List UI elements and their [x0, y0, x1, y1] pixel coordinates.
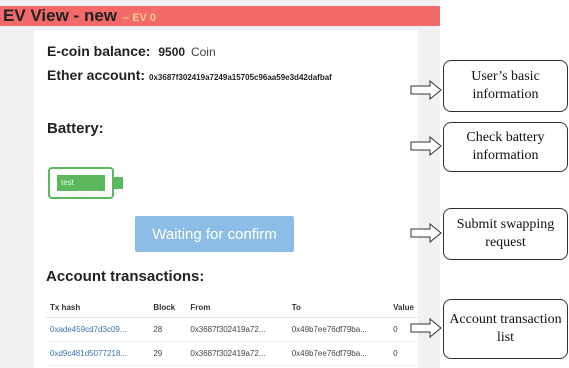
- tx-value: 0: [389, 341, 418, 366]
- app-version: – EV 0: [123, 12, 157, 24]
- battery-icon: test: [48, 167, 114, 199]
- annotation-swap-request: Submit swapping request: [443, 208, 568, 260]
- arrow-right-icon: [410, 136, 442, 156]
- table-row: 0xade459cd7d3c09... 28 0x3687f302419a72.…: [46, 317, 418, 342]
- col-value: Value: [389, 298, 418, 318]
- annotation-user-info: User’s basic information: [443, 60, 568, 112]
- waiting-for-confirm-button[interactable]: Waiting for confirm: [135, 216, 294, 252]
- tx-hash-link[interactable]: 0xade459cd7d3c09...: [46, 317, 150, 342]
- tx-block: 28: [149, 317, 187, 342]
- col-block: Block: [149, 298, 187, 318]
- table-header-row: Tx hash Block From To Value: [46, 298, 418, 318]
- transactions-heading: Account transactions:: [46, 268, 205, 285]
- ether-label: Ether account:: [47, 67, 146, 83]
- col-tx-hash: Tx hash: [46, 298, 150, 318]
- title-bar: EV View - new – EV 0: [0, 6, 440, 26]
- ecoin-balance: E-coin balance: 9500 Coin: [47, 43, 216, 59]
- balance-label: E-coin balance:: [47, 43, 151, 59]
- table-row: 0xd9c481d5077218... 29 0x3687f302419a72.…: [46, 341, 418, 366]
- arrow-right-icon: [410, 223, 442, 243]
- col-to: To: [287, 298, 390, 318]
- balance-unit: Coin: [190, 45, 216, 59]
- ether-address: 0x3687f302419a7249a15705c96aa59e3d42dafb…: [149, 73, 332, 82]
- col-from: From: [186, 298, 288, 318]
- tx-block: 29: [149, 341, 187, 366]
- app-title: EV View - new: [3, 6, 118, 25]
- annotation-transaction-list: Account transaction list: [443, 299, 568, 359]
- annotation-battery-info: Check battery information: [443, 122, 568, 172]
- battery-fill: test: [57, 175, 105, 191]
- battery-tip: [114, 177, 123, 189]
- tx-hash-link[interactable]: 0xd9c481d5077218...: [46, 341, 150, 366]
- battery-label: test: [61, 178, 74, 187]
- tx-to: 0x49b7ee76df79ba...: [287, 317, 390, 342]
- ether-account: Ether account: 0x3687f302419a7249a15705c…: [47, 67, 332, 83]
- tx-to: 0x49b7ee76df79ba...: [287, 341, 390, 366]
- tx-from: 0x3687f302419a72...: [186, 317, 288, 342]
- arrow-right-icon: [410, 318, 442, 338]
- battery-heading: Battery:: [47, 120, 104, 137]
- arrow-right-icon: [410, 80, 442, 100]
- balance-value: 9500: [158, 45, 186, 59]
- tx-from: 0x3687f302419a72...: [186, 341, 288, 366]
- transactions-table: Tx hash Block From To Value 0xade459cd7d…: [46, 298, 418, 366]
